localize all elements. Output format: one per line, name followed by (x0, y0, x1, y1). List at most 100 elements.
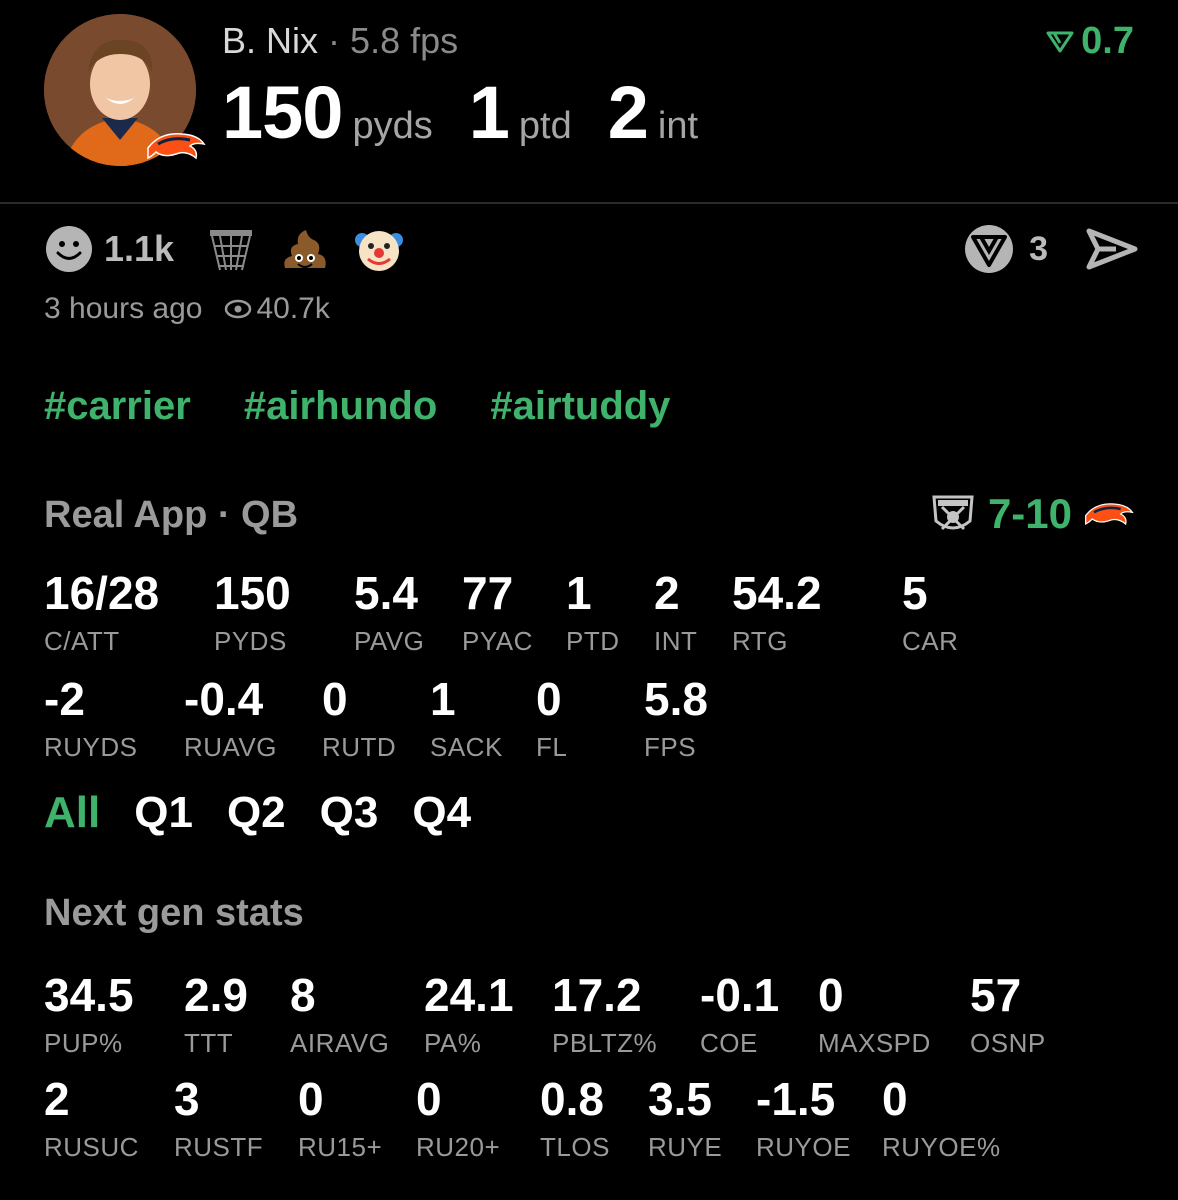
stat-label: TTT (184, 1028, 234, 1058)
stat-label: COE (700, 1028, 758, 1058)
stat-value: 34.5 (44, 969, 134, 1021)
stat-value: 5 (902, 567, 928, 619)
smile-icon[interactable] (44, 224, 94, 274)
stat-label: RUYDS (44, 732, 138, 762)
stat-label: PBLTZ% (552, 1028, 658, 1058)
stat-value: 1 (566, 567, 592, 619)
stat-value: 77 (462, 567, 514, 619)
stat-label: PYDS (214, 626, 287, 656)
stat-value: 3 (174, 1073, 200, 1125)
stat-value: 0 (298, 1073, 324, 1125)
stat-fl: 0 FL (536, 676, 567, 763)
stat-label: RUSTF (174, 1132, 264, 1162)
hashtag[interactable]: #airhundo (244, 384, 437, 428)
stat-ruavg: -0.4 RUAVG (184, 676, 277, 763)
stat-label: C/ATT (44, 626, 120, 656)
stat-label: RUTD (322, 732, 397, 762)
broncos-logo-icon (1085, 503, 1134, 526)
headline-value: 2 (607, 71, 649, 154)
stat-osnp: 57 OSNP (970, 972, 1046, 1059)
stat-label: MAXSPD (818, 1028, 931, 1058)
stat-pa: 24.1 PA% (424, 972, 514, 1059)
quarter-tabs: All Q1 Q2 Q3 Q4 (44, 788, 471, 838)
tab-q1[interactable]: Q1 (134, 788, 193, 838)
repost-count: 3 (1029, 229, 1048, 268)
hashtag[interactable]: #carrier (44, 384, 191, 428)
stat-label: FL (536, 732, 568, 762)
stat-label: RUYE (648, 1132, 723, 1162)
stat-rtg: 54.2 RTG (732, 570, 822, 657)
tab-q4[interactable]: Q4 (412, 788, 471, 838)
stat-maxspd: 0 MAXSPD (818, 972, 931, 1059)
stat-pbltz: 17.2 PBLTZ% (552, 972, 657, 1059)
rank-delta[interactable]: 0.7 (1045, 20, 1134, 63)
stat-label: RUYOE (756, 1132, 851, 1162)
stat-rusuc: 2 RUSUC (44, 1076, 139, 1163)
stat-label: INT (654, 626, 698, 656)
next-gen-title: Next gen stats (44, 892, 304, 934)
stat-value: 5.4 (354, 567, 418, 619)
stat-value: 57 (970, 969, 1022, 1021)
tab-q2[interactable]: Q2 (227, 788, 286, 838)
stat-value: -0.1 (700, 969, 780, 1021)
player-name[interactable]: B. Nix (222, 20, 318, 61)
stat-label: CAR (902, 626, 959, 656)
repost-icon[interactable] (963, 223, 1015, 275)
stat-label: OSNP (970, 1028, 1046, 1058)
stat-label: RTG (732, 626, 788, 656)
player-fps: 5.8 fps (350, 20, 459, 61)
stat-value: 2.9 (184, 969, 248, 1021)
hashtag[interactable]: #airtuddy (490, 384, 670, 428)
stat-label: PTD (566, 626, 620, 656)
stat-value: 8 (290, 969, 316, 1021)
stat-fps: 5.8 FPS (644, 676, 708, 763)
stat-label: RUAVG (184, 732, 278, 762)
stat-value: 3.5 (648, 1073, 712, 1125)
stat-value: 150 (214, 567, 291, 619)
eye-icon (225, 299, 252, 319)
tab-q3[interactable]: Q3 (320, 788, 379, 838)
stat-value: 2 (654, 567, 680, 619)
stat-value: 1 (430, 673, 456, 725)
stat-label: PA% (424, 1028, 482, 1058)
stat-label: RUSUC (44, 1132, 139, 1162)
stat-pyds: 150 PYDS (214, 570, 291, 657)
headline-stats: 150 pyds 1 ptd 2 int (222, 70, 734, 155)
stat-car: 5 CAR (902, 570, 958, 657)
tab-all[interactable]: All (44, 788, 100, 838)
stat-value: -2 (44, 673, 85, 725)
stat-value: -0.4 (184, 673, 264, 725)
stat-value: 0 (536, 673, 562, 725)
section-title: Real App · QB (44, 494, 299, 536)
score-value: 7-10 (987, 490, 1072, 537)
stat-value: 2 (44, 1073, 70, 1125)
headline-value: 1 (468, 71, 510, 154)
game-score[interactable]: 7-10 (930, 490, 1134, 538)
stat-rutd: 0 RUTD (322, 676, 396, 763)
divider (0, 202, 1178, 204)
stat-ruye: 3.5 RUYE (648, 1076, 722, 1163)
stat-ruyoe-pct: 0 RUYOE% (882, 1076, 1001, 1163)
rank-delta-value: 0.7 (1081, 20, 1134, 62)
player-name-line: B. Nix · 5.8 fps (222, 20, 458, 62)
stat-rustf: 3 RUSTF (174, 1076, 263, 1163)
reaction-count: 1.1k (104, 228, 175, 269)
stat-sack: 1 SACK (430, 676, 503, 763)
post-meta: 3 hours ago 40.7k (44, 292, 330, 326)
stat-value: 0 (322, 673, 348, 725)
stat-value: 54.2 (732, 567, 822, 619)
stat-tlos: 0.8 TLOS (540, 1076, 610, 1163)
send-icon[interactable] (1086, 227, 1138, 271)
headline-unit: int (657, 105, 699, 147)
stat-label: PAVG (354, 626, 425, 656)
stat-label: TLOS (540, 1132, 610, 1162)
stat-label: FPS (644, 732, 697, 762)
post-actions: 3 (963, 222, 1138, 276)
stat-pyac: 77 PYAC (462, 570, 533, 657)
stat-ruyoe: -1.5 RUYOE (756, 1076, 851, 1163)
stat-pavg: 5.4 PAVG (354, 570, 424, 657)
clown-emoji-icon[interactable] (354, 224, 404, 274)
poop-emoji-icon[interactable] (280, 224, 330, 274)
stat-label: SACK (430, 732, 503, 762)
basketball-hoop-icon[interactable] (206, 224, 256, 274)
